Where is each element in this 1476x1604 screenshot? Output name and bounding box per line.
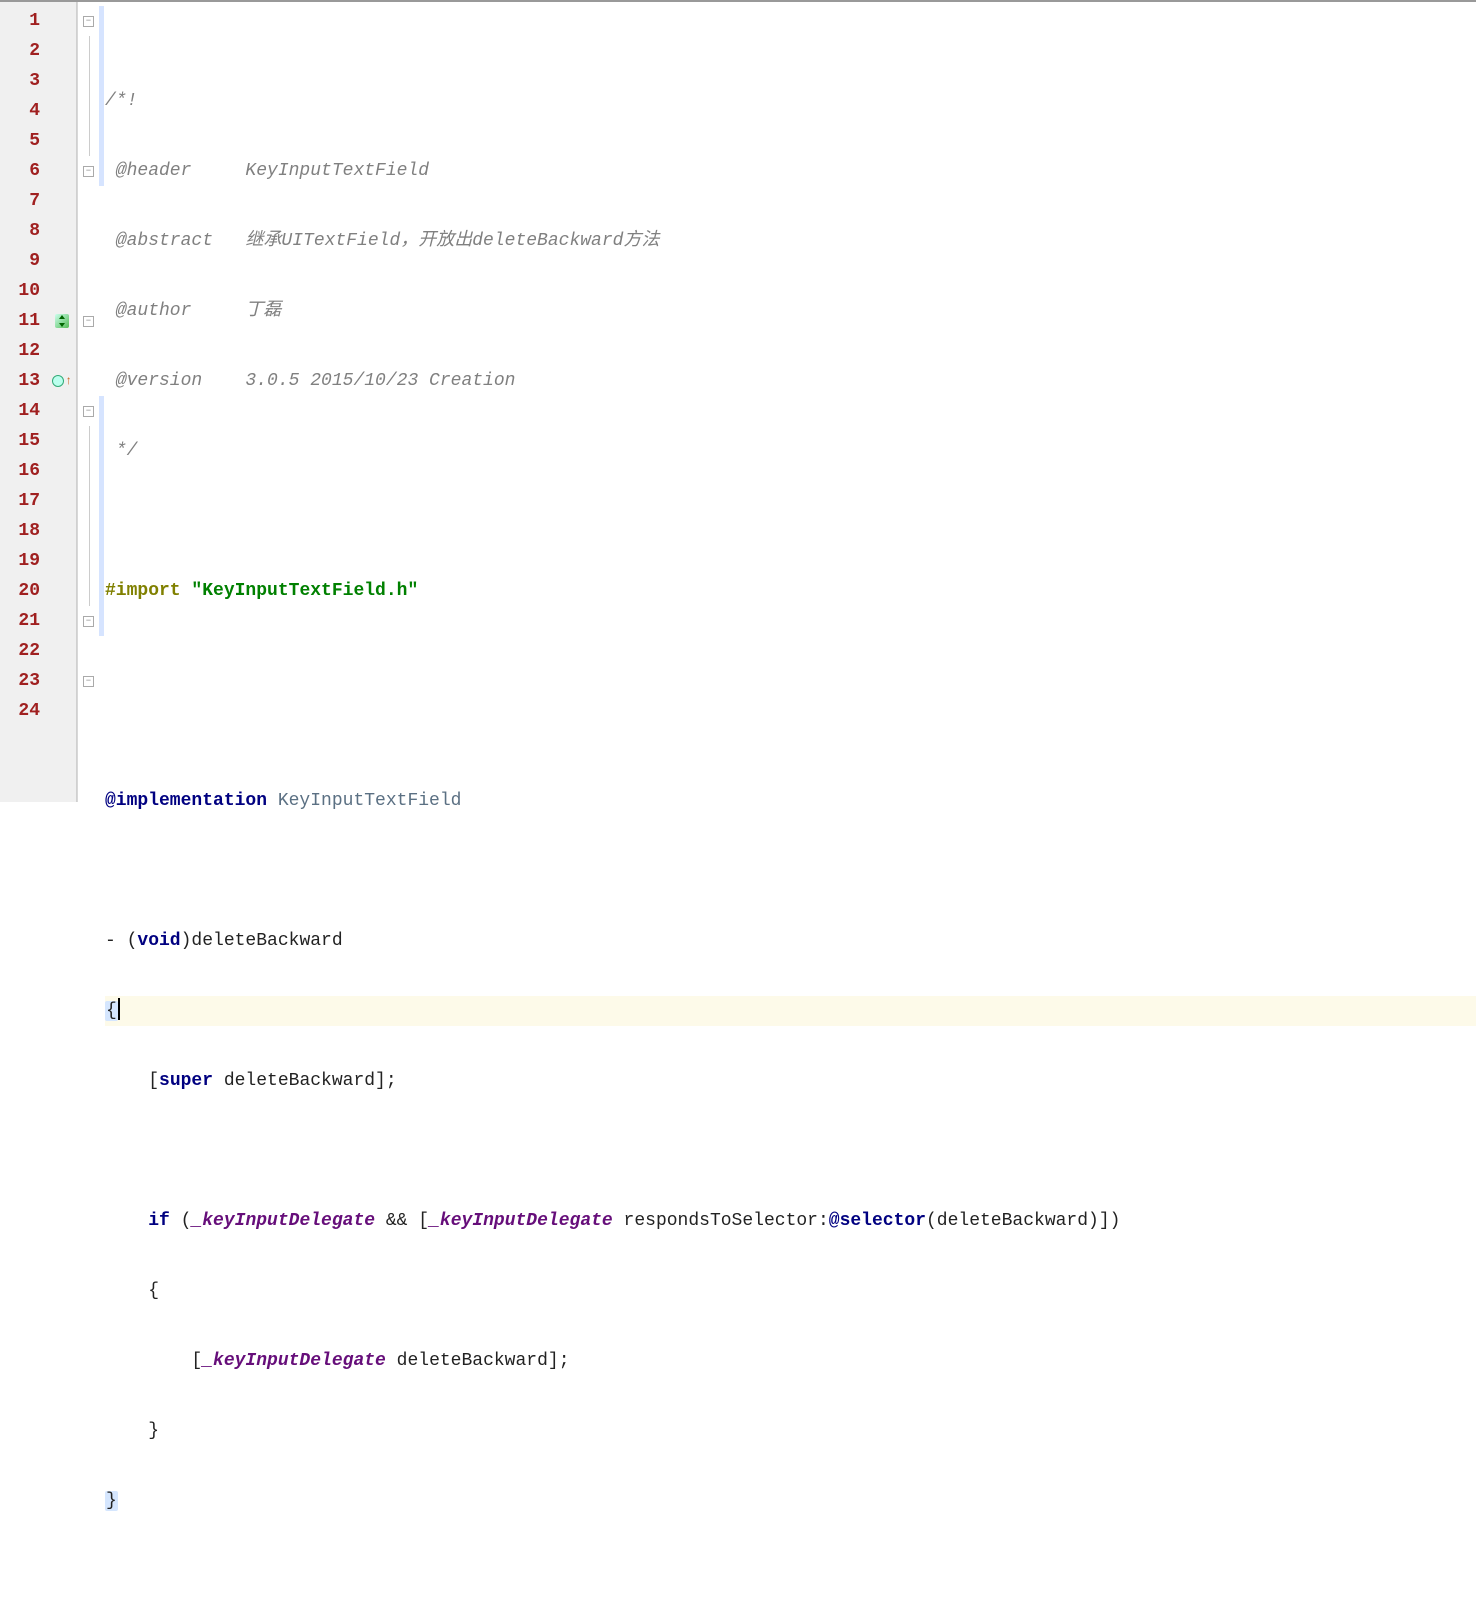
fold-toggle-icon[interactable]: − [83, 16, 94, 27]
line-number[interactable]: 2 [4, 36, 40, 66]
line-number[interactable]: 18 [4, 516, 40, 546]
selection-strip [99, 6, 104, 186]
comment-text: */ [105, 441, 137, 461]
fold-toggle-icon[interactable]: − [83, 676, 94, 687]
fold-guide [89, 576, 90, 606]
up-arrow-icon: ↑ [65, 374, 72, 388]
line-number-column: 1 2 3 4 5 6 7 8 9 10 11 12 13 14 15 16 1… [0, 2, 48, 802]
code-text: deleteBackward]; [386, 1351, 570, 1371]
fold-toggle-icon[interactable]: − [83, 316, 94, 327]
line-number[interactable]: 1 [4, 6, 40, 36]
fold-guide [89, 96, 90, 126]
line-number[interactable]: 17 [4, 486, 40, 516]
line-number[interactable]: 23 [4, 666, 40, 696]
line-number[interactable]: 8 [4, 216, 40, 246]
code-text: deleteBackward]; [213, 1071, 397, 1091]
code-text: [ [105, 1351, 202, 1371]
line-number[interactable]: 4 [4, 96, 40, 126]
comment-text: @version 3.0.5 2015/10/23 Creation [105, 371, 515, 391]
fold-guide [89, 546, 90, 576]
ivar: _keyInputDelegate [429, 1211, 613, 1231]
comment-text: @author 丁磊 [105, 301, 281, 321]
brace-close: } [105, 1421, 159, 1441]
brace-close: } [105, 1491, 118, 1511]
fold-guide [89, 36, 90, 66]
fold-guide [89, 516, 90, 546]
fold-guide [89, 66, 90, 96]
text-caret [118, 998, 120, 1020]
ivar: _keyInputDelegate [191, 1211, 375, 1231]
annotation-column: ↑ [48, 2, 76, 802]
fold-toggle-icon[interactable]: − [83, 166, 94, 177]
fold-toggle-icon[interactable]: − [83, 406, 94, 417]
comment-text: @abstract 继承UITextField，开放出deleteBackwar… [105, 231, 659, 251]
line-number[interactable]: 5 [4, 126, 40, 156]
import-directive: #import [105, 581, 191, 601]
keyword-selector: @selector [829, 1211, 926, 1231]
line-number[interactable]: 22 [4, 636, 40, 666]
line-number[interactable]: 11 [4, 306, 40, 336]
line-number[interactable]: 7 [4, 186, 40, 216]
code-text: [ [105, 1071, 159, 1091]
line-number[interactable]: 12 [4, 336, 40, 366]
code-text: respondsToSelector: [613, 1211, 829, 1231]
navigate-implementation-icon[interactable] [55, 314, 69, 328]
code-area[interactable]: /*! @header KeyInputTextField @abstract … [99, 2, 1476, 802]
fold-guide [89, 426, 90, 456]
method-signature: - ( [105, 931, 137, 951]
code-text [105, 1211, 148, 1231]
line-number[interactable]: 13 [4, 366, 40, 396]
line-number[interactable]: 24 [4, 696, 40, 726]
code-editor: 1 2 3 4 5 6 7 8 9 10 11 12 13 14 15 16 1… [0, 0, 1476, 802]
fold-column: − − − − − − [77, 2, 99, 802]
fold-guide [89, 456, 90, 486]
line-number[interactable]: 14 [4, 396, 40, 426]
fold-guide [89, 126, 90, 156]
brace-open: { [105, 1001, 118, 1021]
ivar: _keyInputDelegate [202, 1351, 386, 1371]
line-number[interactable]: 9 [4, 246, 40, 276]
code-text: && [ [375, 1211, 429, 1231]
class-name: KeyInputTextField [267, 791, 461, 811]
line-number[interactable]: 21 [4, 606, 40, 636]
comment-text: @header KeyInputTextField [105, 161, 429, 181]
line-number[interactable]: 20 [4, 576, 40, 606]
gutter: 1 2 3 4 5 6 7 8 9 10 11 12 13 14 15 16 1… [0, 2, 77, 802]
keyword-if: if [148, 1211, 170, 1231]
comment-text: /*! [105, 91, 137, 111]
import-file: "KeyInputTextField.h" [191, 581, 418, 601]
line-number[interactable]: 19 [4, 546, 40, 576]
code-text: ( [170, 1211, 192, 1231]
code-text: (deleteBackward)]) [926, 1211, 1120, 1231]
line-number[interactable]: 10 [4, 276, 40, 306]
override-marker-icon[interactable] [52, 375, 64, 387]
method-name: )deleteBackward [181, 931, 343, 951]
brace-open: { [105, 1281, 159, 1301]
line-number[interactable]: 3 [4, 66, 40, 96]
selection-strip [99, 396, 104, 636]
line-number[interactable]: 15 [4, 426, 40, 456]
fold-toggle-icon[interactable]: − [83, 616, 94, 627]
keyword-implementation: @implementation [105, 791, 267, 811]
keyword-void: void [137, 931, 180, 951]
fold-guide [89, 486, 90, 516]
keyword-super: super [159, 1071, 213, 1091]
line-number[interactable]: 16 [4, 456, 40, 486]
line-number[interactable]: 6 [4, 156, 40, 186]
